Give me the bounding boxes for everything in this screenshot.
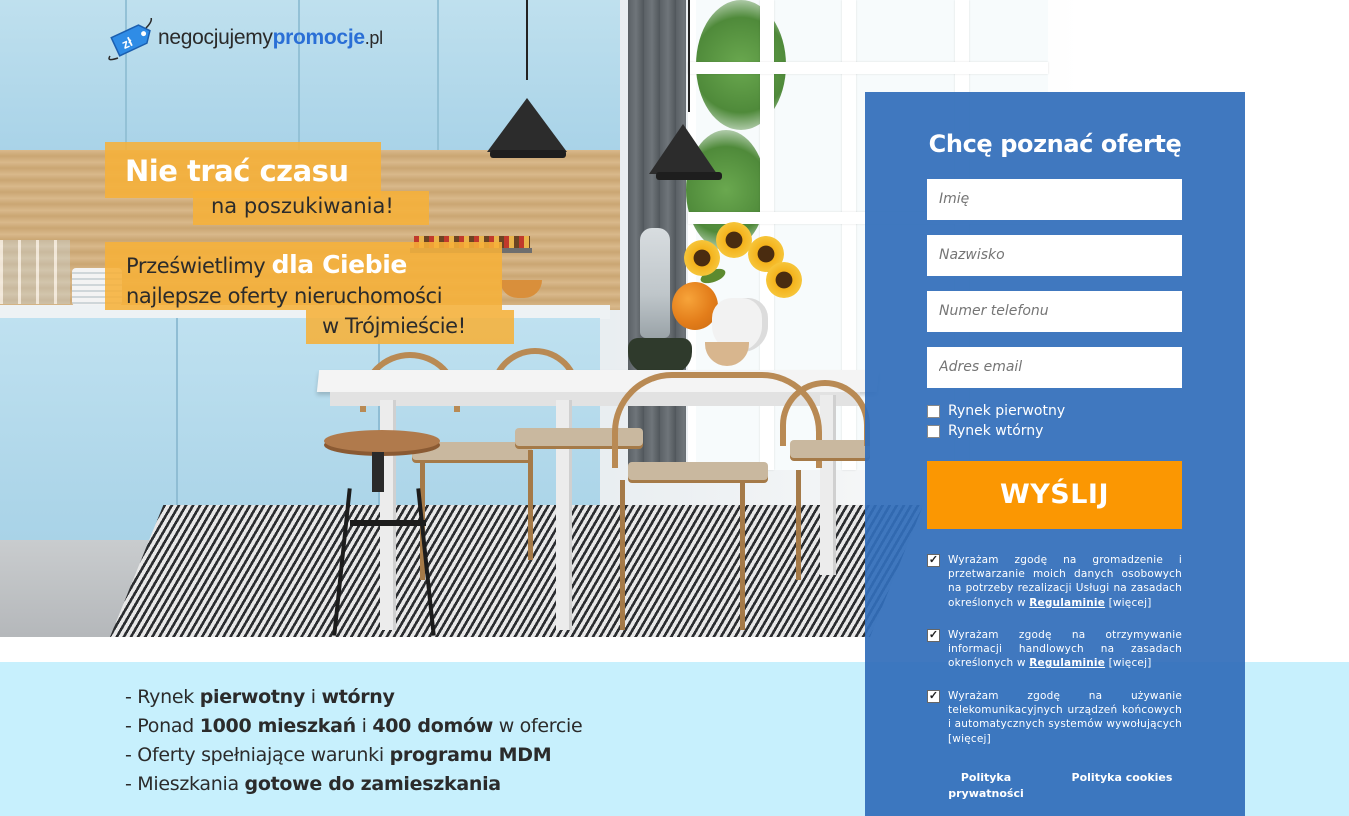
submit-button[interactable]: WYŚLIJ — [927, 461, 1182, 529]
email-input[interactable] — [927, 347, 1182, 388]
form-title: Chcę poznać ofertę — [928, 130, 1182, 158]
market-secondary-label: Rynek wtórny — [948, 423, 1044, 439]
feature-item: - Ponad 1000 mieszkań i 400 domów w ofer… — [125, 715, 583, 737]
hero-headline: Nie trać czasu — [105, 142, 381, 198]
terms-link[interactable]: Regulaminie — [1029, 657, 1105, 669]
hero-lead-prefix: Prześwietlimy — [126, 254, 266, 278]
consent-checkbox-checked[interactable]: ✓ — [927, 554, 940, 567]
market-secondary-option[interactable]: Rynek wtórny — [927, 423, 1043, 439]
feature-item: - Rynek pierwotny i wtórny — [125, 686, 395, 708]
pendant-lamp — [649, 124, 717, 174]
market-primary-option[interactable]: Rynek pierwotny — [927, 403, 1065, 419]
consent-checkbox-checked[interactable]: ✓ — [927, 629, 940, 642]
market-primary-checkbox[interactable] — [927, 404, 940, 418]
feature-item: - Oferty spełniające warunki programu MD… — [125, 744, 552, 766]
phone-input[interactable] — [927, 291, 1182, 332]
logo-text-tld: .pl — [364, 28, 383, 48]
more-link[interactable]: [więcej] — [1105, 597, 1152, 609]
price-tag-icon: zł — [104, 15, 156, 61]
sunflower — [766, 262, 802, 298]
more-link[interactable]: [więcej] — [1105, 657, 1152, 669]
hero-lead-line2: najlepsze oferty nieruchomości — [126, 284, 443, 308]
hero-headline-sub: na poszukiwania! — [193, 191, 429, 225]
sunflower — [716, 222, 752, 258]
glasses — [0, 240, 70, 304]
market-primary-label: Rynek pierwotny — [948, 403, 1066, 419]
market-secondary-checkbox[interactable] — [927, 424, 940, 438]
terms-link[interactable]: Regulaminie — [1029, 597, 1105, 609]
privacy-policy-link[interactable]: Polityka prywatności — [942, 770, 1030, 802]
site-logo[interactable]: zł negocjujemypromocje.pl — [104, 10, 383, 66]
oil-lantern — [640, 228, 670, 338]
consent-checkbox-checked[interactable]: ✓ — [927, 690, 940, 703]
last-name-input[interactable] — [927, 235, 1182, 276]
cookies-policy-link[interactable]: Polityka cookies — [1070, 770, 1174, 786]
hero-lead-text: Prześwietlimy dla Ciebie najlepsze ofert… — [126, 250, 443, 311]
pendant-lamp — [487, 98, 567, 152]
sunflower — [684, 240, 720, 276]
striped-rug — [110, 505, 924, 637]
hero-lead-line3: w Trójmieście! — [322, 314, 466, 338]
more-link[interactable]: [więcej] — [948, 733, 991, 745]
bar-stool — [324, 430, 440, 452]
consent-marketing[interactable]: ✓ Wyrażam zgodę na otrzymywanie informac… — [927, 628, 1182, 671]
hero-lead-strong: dla Ciebie — [271, 250, 408, 279]
consent-data-processing[interactable]: ✓ Wyrażam zgodę na gromadzenie i przetwa… — [927, 553, 1182, 610]
teapot — [628, 338, 692, 374]
consent-telecom[interactable]: ✓ Wyrażam zgodę na używanie telekomunika… — [927, 689, 1182, 746]
feature-item: - Mieszkania gotowe do zamieszkania — [125, 773, 501, 795]
logo-text-blue: promocje — [272, 26, 365, 49]
first-name-input[interactable] — [927, 179, 1182, 220]
logo-text-dark: negocjujemy — [158, 26, 273, 49]
features-list: - Rynek pierwotny i wtórny - Ponad 1000 … — [125, 683, 583, 799]
